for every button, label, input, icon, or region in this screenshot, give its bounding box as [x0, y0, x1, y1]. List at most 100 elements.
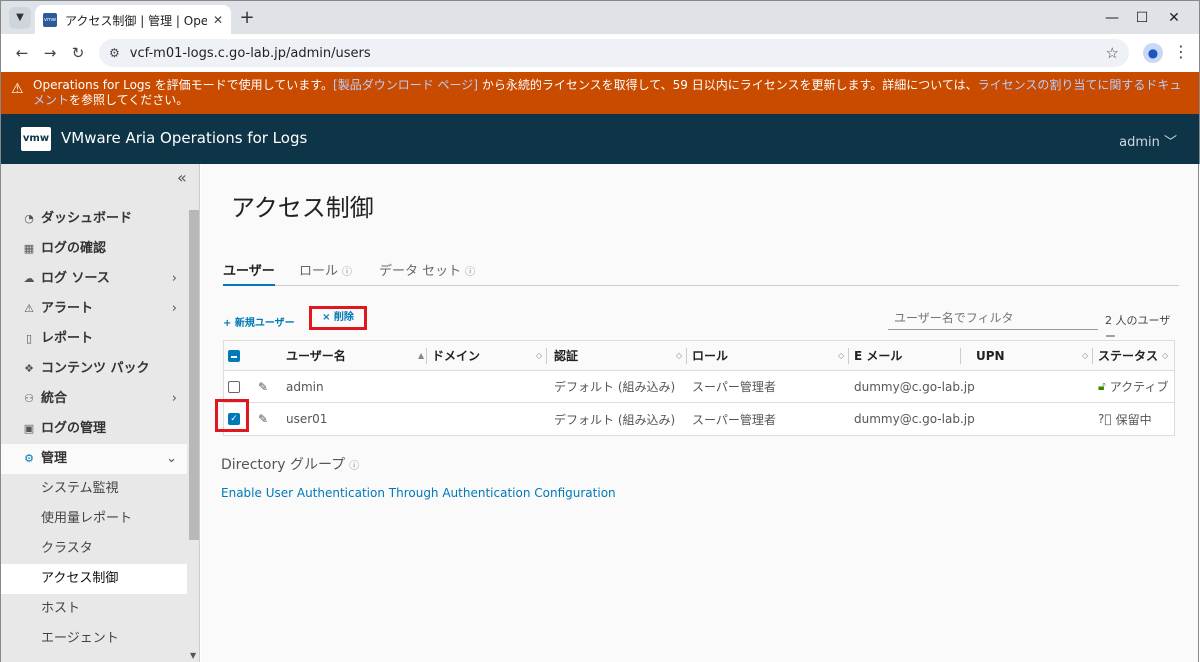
- product-download-link[interactable]: [製品ダウンロード ページ]: [333, 78, 478, 92]
- sidebar-item-integration[interactable]: ⚇ 統合 ›: [1, 384, 187, 414]
- question-circle-icon: ?⃝: [1098, 412, 1112, 426]
- row-checkbox[interactable]: [228, 380, 240, 393]
- tab-label: データ セット: [379, 264, 462, 279]
- user-menu[interactable]: admin ﹀: [1119, 131, 1177, 150]
- tab-data-sets[interactable]: データ セット ⓘ: [379, 260, 475, 286]
- column-header-upn[interactable]: UPN: [976, 341, 1005, 370]
- sidebar: « ◔ ダッシュボード ▦ ログの確認 ☁ ログ ソース › ⚠ アラート › …: [0, 164, 200, 662]
- sort-icon[interactable]: ◇: [838, 341, 844, 370]
- column-header-domain[interactable]: ドメイン: [432, 341, 480, 370]
- tab-label: ユーザー: [223, 264, 275, 279]
- access-control-tabs: ユーザー ロール ⓘ データ セット ⓘ: [223, 260, 1179, 286]
- sidebar-item-label: 統合: [41, 391, 68, 406]
- scroll-down-arrow-icon[interactable]: ▼: [190, 651, 196, 660]
- cell-role: スーパー管理者: [692, 380, 776, 394]
- edit-pencil-icon[interactable]: ✎: [258, 412, 268, 426]
- sidebar-nav: ◔ ダッシュボード ▦ ログの確認 ☁ ログ ソース › ⚠ アラート › ▯ …: [1, 204, 187, 654]
- new-user-button[interactable]: + 新規ユーザー: [223, 314, 295, 329]
- site-info-icon[interactable]: ⚙: [109, 46, 120, 60]
- sidebar-subitem-usage-report[interactable]: 使用量レポート: [1, 504, 187, 534]
- cell-email: dummy@c.go-lab.jp: [854, 412, 975, 426]
- delete-button[interactable]: × 削除: [309, 306, 367, 330]
- column-separator[interactable]: [960, 348, 961, 364]
- column-header-role[interactable]: ロール: [692, 341, 728, 370]
- sidebar-item-dashboard[interactable]: ◔ ダッシュボード: [1, 204, 187, 234]
- warning-icon: ⚠: [11, 81, 24, 97]
- window-close-icon[interactable]: ✕: [1159, 7, 1189, 29]
- column-label: 認証: [554, 349, 579, 363]
- back-arrow-icon[interactable]: ←: [11, 42, 33, 64]
- column-separator[interactable]: [686, 348, 687, 364]
- vmware-logo: vmw: [21, 127, 51, 151]
- table-row[interactable]: ✓ ✎ user01 デフォルト (組み込み) スーパー管理者 dummy@c.…: [215, 399, 1174, 435]
- close-icon[interactable]: ✕: [213, 13, 223, 27]
- dashboard-icon: ◔: [24, 212, 34, 225]
- info-icon[interactable]: ⓘ: [349, 461, 359, 472]
- tab-search-chevron-icon[interactable]: ▼: [9, 7, 31, 29]
- info-icon[interactable]: ⓘ: [342, 267, 352, 278]
- sidebar-item-log-management[interactable]: ▣ ログの管理: [1, 414, 187, 444]
- new-tab-plus-icon[interactable]: +: [237, 7, 257, 29]
- sidebar-scrollbar[interactable]: [189, 210, 199, 540]
- page-title: アクセス制御: [231, 194, 374, 222]
- minimize-icon[interactable]: —: [1097, 7, 1127, 29]
- sidebar-subitem-access-control[interactable]: アクセス制御: [1, 564, 187, 594]
- edit-pencil-icon[interactable]: ✎: [258, 380, 268, 394]
- sort-icon[interactable]: ◇: [1082, 341, 1088, 370]
- column-header-username[interactable]: ユーザー名: [286, 341, 346, 370]
- select-all-checkbox[interactable]: [228, 349, 240, 362]
- sidebar-item-reports[interactable]: ▯ レポート: [1, 324, 187, 354]
- reload-icon[interactable]: ↻: [67, 42, 89, 64]
- profile-avatar-icon[interactable]: ●: [1143, 43, 1163, 63]
- column-separator[interactable]: [848, 348, 849, 364]
- sort-asc-icon[interactable]: ▲: [418, 341, 424, 370]
- sidebar-item-explore-logs[interactable]: ▦ ログの確認: [1, 234, 187, 264]
- column-header-status[interactable]: ステータス: [1098, 341, 1158, 370]
- column-label: ユーザー名: [286, 349, 346, 363]
- collapse-sidebar-icon[interactable]: «: [177, 168, 187, 187]
- browser-menu-icon[interactable]: ⋮: [1173, 42, 1189, 61]
- sidebar-item-alerts[interactable]: ⚠ アラート ›: [1, 294, 187, 324]
- url-text[interactable]: vcf-m01-logs.c.go-lab.jp/admin/users: [130, 46, 371, 61]
- sort-icon[interactable]: ◇: [536, 341, 542, 370]
- tab-users[interactable]: ユーザー: [223, 260, 275, 286]
- banner-text-1: Operations for Logs を評価モードで使用しています。: [33, 78, 334, 92]
- sidebar-subitem-system-monitor[interactable]: システム監視: [1, 474, 187, 504]
- maximize-icon[interactable]: ☐: [1127, 7, 1157, 29]
- document-icon: ▯: [25, 332, 33, 345]
- sidebar-item-label: アラート: [41, 301, 94, 316]
- banner-text-2: から永続的ライセンスを取得して、59 日以内にライセンスを更新します。詳細につい…: [478, 78, 978, 92]
- column-label: UPN: [976, 348, 1005, 363]
- username-filter-input[interactable]: [888, 306, 1098, 330]
- sidebar-subitem-hosts[interactable]: ホスト: [1, 594, 187, 624]
- tab-roles[interactable]: ロール ⓘ: [299, 260, 352, 286]
- column-header-email[interactable]: E メール: [854, 341, 902, 370]
- chevron-down-icon: ⌄: [166, 451, 177, 466]
- banner-text-3: を参照してください。: [69, 93, 189, 107]
- bookmark-star-icon[interactable]: ☆: [1106, 44, 1119, 62]
- sidebar-subitem-cluster[interactable]: クラスタ: [1, 534, 187, 564]
- column-separator[interactable]: [546, 348, 547, 364]
- sidebar-item-administration[interactable]: ⚙ 管理 ⌄: [1, 444, 187, 474]
- table-row[interactable]: ✎ admin デフォルト (組み込み) スーパー管理者 dummy@c.go-…: [224, 371, 1174, 403]
- app-header: vmw VMware Aria Operations for Logs admi…: [0, 114, 1200, 164]
- enable-auth-link[interactable]: Enable User Authentication Through Authe…: [221, 486, 616, 500]
- forward-arrow-icon[interactable]: →: [39, 42, 61, 64]
- column-header-auth[interactable]: 認証: [554, 341, 578, 370]
- sidebar-subitem-agents[interactable]: エージェント: [1, 624, 187, 654]
- sidebar-item-label: コンテンツ パック: [41, 361, 150, 376]
- sidebar-item-content-packs[interactable]: ❖ コンテンツ パック: [1, 354, 187, 384]
- info-icon[interactable]: ⓘ: [465, 267, 475, 278]
- chevron-right-icon: ›: [171, 271, 177, 286]
- address-bar[interactable]: ⚙ vcf-m01-logs.c.go-lab.jp/admin/users ☆: [99, 39, 1129, 67]
- sort-icon[interactable]: ◇: [676, 341, 682, 370]
- alert-icon: ⚠: [24, 302, 34, 315]
- chevron-down-icon: ﹀: [1159, 135, 1177, 150]
- column-separator[interactable]: [1092, 348, 1093, 364]
- browser-tab[interactable]: vmw アクセス制御 | 管理 | Operations ✕: [35, 5, 231, 35]
- column-label: ステータス: [1098, 349, 1159, 363]
- main-content: アクセス制御 ユーザー ロール ⓘ データ セット ⓘ + 新規ユーザー × 削除 …: [201, 164, 1199, 662]
- column-separator[interactable]: [426, 348, 427, 364]
- sidebar-item-log-sources[interactable]: ☁ ログ ソース ›: [1, 264, 187, 294]
- sort-icon[interactable]: ◇: [1162, 341, 1168, 370]
